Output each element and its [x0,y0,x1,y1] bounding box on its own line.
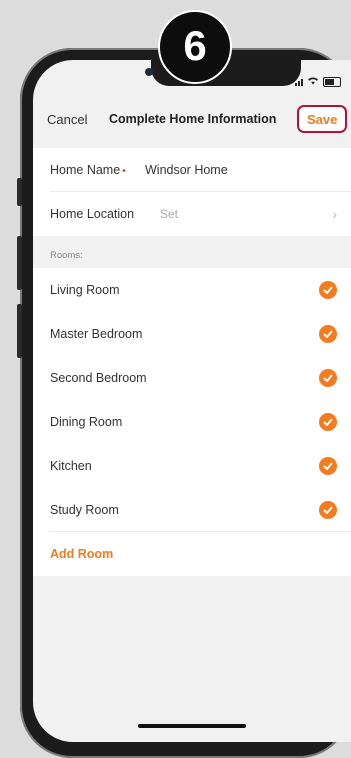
home-location-value: Set [160,207,179,221]
room-item[interactable]: Second Bedroom [33,356,351,400]
cancel-button[interactable]: Cancel [47,112,87,127]
status-bar [295,76,341,88]
room-label: Kitchen [50,459,92,473]
rooms-list: Living Room Master Bedroom Second Bedroo… [33,268,351,576]
step-badge: 6 [158,10,232,84]
room-item[interactable]: Living Room [33,268,351,312]
wifi-icon [307,76,319,88]
camera-dot [145,68,153,76]
page-title: Complete Home Information [109,112,277,126]
room-item[interactable]: Master Bedroom [33,312,351,356]
room-item[interactable]: Kitchen [33,444,351,488]
room-label: Master Bedroom [50,327,143,341]
home-name-input[interactable]: Windsor Home [145,163,228,177]
checkmark-icon[interactable] [319,501,337,519]
room-label: Second Bedroom [50,371,147,385]
volume-down-button [17,304,22,358]
nav-bar: Cancel Complete Home Information Save [33,102,351,136]
add-room-row[interactable]: Add Room [33,532,351,576]
save-button[interactable]: Save [297,105,348,133]
rooms-header: Rooms: [50,250,83,261]
signal-icon [295,78,303,86]
checkmark-icon[interactable] [319,281,337,299]
home-location-row[interactable]: Home Location Set › [33,192,351,236]
checkmark-icon[interactable] [319,369,337,387]
room-label: Dining Room [50,415,123,429]
chevron-right-icon: › [332,206,337,222]
battery-icon [323,77,341,87]
checkmark-icon[interactable] [319,457,337,475]
phone-screen: Cancel Complete Home Information Save Ho… [33,60,351,742]
home-location-label: Home Location [50,207,135,221]
add-room-button[interactable]: Add Room [50,547,113,561]
room-item[interactable]: Study Room [33,488,351,532]
room-item[interactable]: Dining Room [33,400,351,444]
checkmark-icon[interactable] [319,325,337,343]
volume-up-button [17,236,22,290]
home-name-label: Home Name • [50,163,126,177]
room-label: Study Room [50,503,119,517]
room-label: Living Room [50,283,120,297]
required-icon: • [122,166,126,177]
home-name-row[interactable]: Home Name • Windsor Home [33,148,351,192]
mute-switch [17,178,22,206]
home-info-card: Home Name • Windsor Home Home Location Se… [33,148,351,236]
home-name-label-text: Home Name [50,163,121,177]
home-indicator[interactable] [138,724,246,728]
checkmark-icon[interactable] [319,413,337,431]
